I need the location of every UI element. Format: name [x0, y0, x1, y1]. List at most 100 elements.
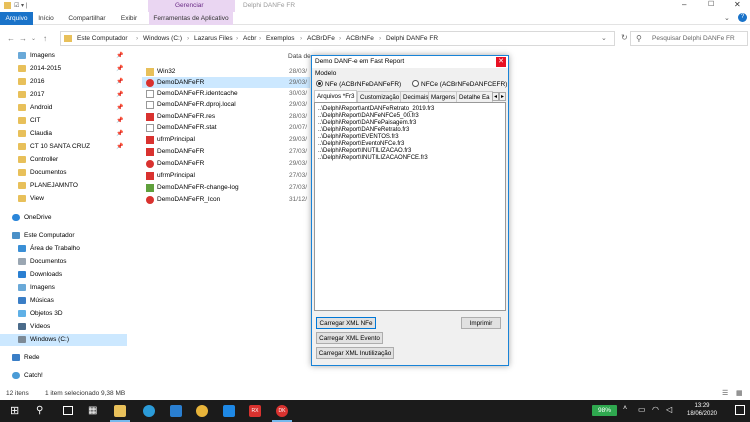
- list-item[interactable]: ..\Delphi\Report\INUTILIZACAONFCE.fr3: [318, 154, 428, 162]
- breadcrumb-exemplos[interactable]: Exemplos: [266, 35, 295, 42]
- wifi-tray-icon[interactable]: ◠: [652, 405, 659, 414]
- help-icon[interactable]: ?: [738, 13, 747, 22]
- pin-icon[interactable]: 📌: [116, 89, 123, 101]
- maximize-button[interactable]: ☐: [708, 0, 714, 8]
- nav-item[interactable]: CIT 📌: [0, 115, 127, 127]
- pin-icon[interactable]: 📌: [116, 141, 123, 153]
- address-dropdown-icon[interactable]: ⌄: [601, 34, 607, 42]
- task-view-icon[interactable]: [63, 406, 73, 415]
- nav-catch[interactable]: Catch!: [0, 370, 127, 382]
- nav-item[interactable]: 2016 📌: [0, 76, 127, 88]
- file-name[interactable]: DemoDANFeFR.res: [157, 111, 215, 122]
- breadcrumb-lazarus[interactable]: Lazarus Files: [194, 35, 233, 42]
- nav-item[interactable]: Músicas: [0, 295, 127, 307]
- file-name[interactable]: Win32: [157, 66, 175, 77]
- radio-nfce[interactable]: NFCe (ACBrNFeDANFCEFR): [412, 80, 507, 88]
- breadcrumb-acbrdfe[interactable]: ACBrDFe: [307, 35, 335, 42]
- tab-arquivo[interactable]: Arquivo: [0, 12, 33, 25]
- breadcrumb-acbrnfe[interactable]: ACBrNFe: [346, 35, 374, 42]
- windows-start-icon[interactable]: ⊞: [10, 405, 19, 417]
- file-name[interactable]: DemoDANFeFR.identcache: [157, 88, 238, 99]
- close-window-button[interactable]: ✕: [734, 0, 741, 9]
- tiles-view-icon[interactable]: ▦: [736, 389, 743, 397]
- forward-arrow-icon[interactable]: →: [19, 34, 27, 43]
- calculator-icon[interactable]: ▦: [88, 405, 97, 417]
- recent-chevron-icon[interactable]: ⌄: [31, 35, 36, 42]
- tab-ferramentas[interactable]: Ferramentas de Aplicativo: [149, 12, 233, 25]
- dialog-close-button[interactable]: ✕: [496, 57, 506, 67]
- tab-margens[interactable]: Margens: [428, 91, 459, 102]
- file-explorer-icon[interactable]: [114, 405, 126, 417]
- breadcrumb-current[interactable]: Delphi DANFe FR: [386, 35, 438, 42]
- quick-access-toolbar[interactable]: ☑ ▾ |: [14, 2, 54, 10]
- nav-item[interactable]: Claudia 📌: [0, 128, 127, 140]
- tab-arquivos-fr3[interactable]: Arquivos *Fr3: [314, 90, 358, 102]
- file-name[interactable]: DemoDANFeFR: [157, 158, 204, 169]
- load-xml-event-button[interactable]: Carregar XML Evento: [316, 332, 383, 344]
- file-name[interactable]: ufrmPrincipal: [157, 134, 195, 145]
- network-tray-icon[interactable]: ▭: [638, 405, 646, 414]
- search-icon[interactable]: ⚲: [36, 405, 43, 417]
- volume-tray-icon[interactable]: ◁: [666, 405, 672, 414]
- tab-scroll-right-icon[interactable]: ▸: [499, 92, 506, 101]
- file-name[interactable]: DemoDANFeFR_Icon: [157, 194, 220, 205]
- print-button[interactable]: Imprimir: [461, 317, 501, 329]
- expand-ribbon-icon[interactable]: ⌄: [724, 14, 730, 22]
- radio-nfe[interactable]: NFe (ACBrNFeDANFeFR): [316, 80, 401, 88]
- date-column-header[interactable]: Data de: [288, 53, 311, 60]
- file-name[interactable]: ufrmPrincipal: [157, 170, 195, 181]
- nav-item[interactable]: Área de Trabalho: [0, 243, 127, 255]
- file-name[interactable]: DemoDANFeFR: [157, 146, 204, 157]
- file-name[interactable]: DemoDANFeFR.stat: [157, 122, 217, 133]
- tab-decimais[interactable]: Decimais: [400, 91, 432, 102]
- breadcrumb-acbr[interactable]: Acbr: [243, 35, 256, 42]
- nav-item-selected[interactable]: Windows (C:): [0, 334, 127, 346]
- nav-item[interactable]: Documentos: [0, 167, 127, 179]
- nav-item[interactable]: Objetos 3D: [0, 308, 127, 320]
- nav-item[interactable]: Documentos: [0, 256, 127, 268]
- nav-item[interactable]: 2017 📌: [0, 89, 127, 101]
- pin-icon[interactable]: 📌: [116, 63, 123, 75]
- vscode-icon[interactable]: [223, 405, 235, 417]
- nav-item[interactable]: Imagens 📌: [0, 50, 127, 62]
- up-arrow-icon[interactable]: ↑: [43, 34, 47, 43]
- address-bar[interactable]: Este Computador › Windows (C:) › Lazarus…: [60, 31, 628, 46]
- notifications-icon[interactable]: [735, 405, 745, 415]
- battery-indicator[interactable]: 98%: [592, 405, 617, 416]
- pin-icon[interactable]: 📌: [116, 76, 123, 88]
- tray-chevron-icon[interactable]: ˄: [623, 405, 627, 412]
- pin-icon[interactable]: 📌: [116, 128, 123, 140]
- nav-item[interactable]: Android 📌: [0, 102, 127, 114]
- nav-item[interactable]: 2014-2015 📌: [0, 63, 127, 75]
- back-arrow-icon[interactable]: ←: [7, 34, 15, 43]
- chrome-icon[interactable]: [196, 405, 208, 417]
- edge-icon[interactable]: [143, 405, 155, 417]
- file-name[interactable]: DemoDANFeFR.dproj.local: [157, 99, 236, 110]
- fr3-file-list[interactable]: ..\Delphi\Report\antDANFeRetrato_2019.fr…: [314, 102, 506, 311]
- file-name[interactable]: DemoDANFeFR: [157, 77, 204, 88]
- tab-compartilhar[interactable]: Compartilhar: [62, 12, 112, 25]
- nav-item[interactable]: PLANEJAMNTO: [0, 180, 127, 192]
- nav-item[interactable]: Imagens: [0, 282, 127, 294]
- pin-icon[interactable]: 📌: [116, 102, 123, 114]
- mail-icon[interactable]: [170, 405, 182, 417]
- nav-item[interactable]: Controller: [0, 154, 127, 166]
- search-box[interactable]: ⚲ Pesquisar Delphi DANFe FR: [630, 31, 748, 46]
- tab-inicio[interactable]: Início: [33, 12, 59, 25]
- tab-scroll-left-icon[interactable]: ◂: [492, 92, 499, 101]
- pin-icon[interactable]: 📌: [116, 50, 123, 62]
- refresh-icon[interactable]: ↻: [621, 33, 628, 42]
- rad-studio-icon[interactable]: RX: [249, 405, 261, 417]
- nav-item[interactable]: View: [0, 193, 127, 205]
- nav-item[interactable]: Downloads: [0, 269, 127, 281]
- load-xml-nfe-button[interactable]: Carregar XML NFe: [316, 317, 376, 329]
- nav-network[interactable]: Rede: [0, 352, 127, 364]
- nav-item[interactable]: CT 10 SANTA CRUZ 📌: [0, 141, 127, 153]
- breadcrumb-drive[interactable]: Windows (C:): [143, 35, 182, 42]
- pin-icon[interactable]: 📌: [116, 115, 123, 127]
- tab-exibir[interactable]: Exibir: [116, 12, 142, 25]
- nav-this-pc[interactable]: Este Computador: [0, 230, 127, 242]
- load-xml-inutilizacao-button[interactable]: Carregar XML Inutilização: [316, 347, 394, 359]
- breadcrumb-this-pc[interactable]: Este Computador: [77, 35, 128, 42]
- nav-item[interactable]: Vídeos: [0, 321, 127, 333]
